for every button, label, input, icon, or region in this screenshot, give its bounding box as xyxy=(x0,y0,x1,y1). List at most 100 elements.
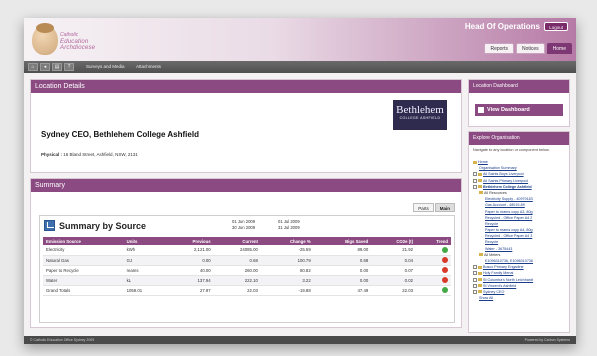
footer-powered-by[interactable]: Powered by Carbon Systems xyxy=(525,338,570,342)
tree-item-label[interactable]: Show All xyxy=(479,296,493,300)
col-header-trend[interactable]: Trend xyxy=(416,237,451,245)
collapse-icon[interactable] xyxy=(473,184,477,189)
tree-item-label[interactable]: Gas Account - 48019-89 xyxy=(485,203,525,207)
folder-icon xyxy=(478,271,482,275)
row-source: Grand Totals xyxy=(43,285,124,296)
logo-line1: Catholic xyxy=(60,32,79,38)
expand-icon[interactable] xyxy=(473,271,477,276)
summary-title: Summary xyxy=(31,179,461,192)
tree-item-label[interactable]: Recycle xyxy=(485,240,498,244)
col-header-units[interactable]: Units xyxy=(123,237,167,245)
view-dashboard-button[interactable]: View Dashboard xyxy=(475,104,563,116)
folder-icon xyxy=(478,284,482,288)
home-icon[interactable]: ⌂ xyxy=(28,63,38,71)
row-change: 100.79 xyxy=(260,255,314,266)
row-previous: 2,121.00 xyxy=(166,245,214,256)
expand-icon[interactable] xyxy=(473,283,477,288)
row-trend xyxy=(416,275,451,286)
logo-line2: Education Archdiocese xyxy=(60,39,96,51)
tree-item-label[interactable]: St Vincent's Ashfield xyxy=(483,284,516,288)
col-header-source[interactable]: Emission Source xyxy=(43,237,124,245)
row-current: 0.68 xyxy=(213,255,261,266)
expand-icon[interactable] xyxy=(473,178,477,183)
expand-icon[interactable] xyxy=(473,265,477,270)
user-role-title: Head Of Operations xyxy=(464,22,540,31)
current-period: 01 Jul 2009 31 Jul 2009 xyxy=(278,219,300,230)
row-change: -25.59 xyxy=(260,245,314,256)
app-logo[interactable]: Catholic Education Archdiocese xyxy=(30,23,100,56)
folder-icon xyxy=(478,290,482,294)
tree-item-label[interactable]: All Resources xyxy=(484,191,507,195)
tree-item-label[interactable]: Recycle xyxy=(485,222,498,226)
reports-button[interactable]: Reports xyxy=(484,43,514,54)
tree-item[interactable]: Show All xyxy=(473,295,569,301)
tree-item-label[interactable]: Holy Family Menai xyxy=(483,271,513,275)
tree-item-label[interactable]: Paper to reams copy A3, 80g xyxy=(485,210,533,214)
tree-item-label[interactable]: Recycled - Office Paper A4 2 xyxy=(485,216,532,220)
tree-item-label[interactable]: All Meters xyxy=(484,253,500,257)
tree-item-label[interactable]: E1096310736, E1096310736 xyxy=(485,259,533,263)
location-name: Sydney CEO, Bethlehem College Ashfield xyxy=(41,130,199,139)
tree-item-label[interactable]: Recycled - Office Paper A4 3 xyxy=(485,234,532,238)
row-previous: 137.94 xyxy=(166,275,214,286)
row-saved: 0.68 xyxy=(313,255,372,266)
nav-link-surveys[interactable]: Surveys and Media xyxy=(86,64,125,69)
row-previous: 40.00 xyxy=(166,265,214,276)
location-details-panel: Location Details Sydney CEO, Bethlehem C… xyxy=(30,79,462,173)
row-previous: 27.97 xyxy=(166,285,214,296)
folder-icon xyxy=(478,185,482,189)
summary-table: Emission Source Units Previous Current C… xyxy=(43,237,451,296)
expand-icon[interactable] xyxy=(473,289,477,294)
tree-item-label[interactable]: Electricity Supply - 40979183 xyxy=(485,197,533,201)
row-saved: 0.00 xyxy=(313,275,372,286)
col-header-current[interactable]: Current xyxy=(213,237,261,245)
col-header-change[interactable]: Change % xyxy=(260,237,314,245)
home-button[interactable]: Home xyxy=(546,43,572,54)
row-co2e: 0.04 xyxy=(371,255,417,266)
tree-item-label[interactable]: Bethlehem College Ashfield xyxy=(483,185,532,189)
location-dashboard-title: Location Dashboard xyxy=(469,80,569,93)
logout-button[interactable]: Logout xyxy=(544,22,568,31)
current-period-start: 01 Jul 2009 xyxy=(278,219,300,224)
explore-organisation-title: Explore Organisation xyxy=(469,132,569,145)
row-current: 222.10 xyxy=(213,275,261,286)
notices-button[interactable]: Notices xyxy=(515,43,545,54)
tree-item-label[interactable]: Organisation Summary xyxy=(479,166,517,170)
folder-icon xyxy=(479,191,483,195)
help-icon[interactable]: ? xyxy=(64,63,74,71)
summary-by-source-box: Summary by Source 01 Jun 2009 30 Jun 200… xyxy=(39,215,455,323)
folder-icon xyxy=(478,172,482,176)
tree-item-label[interactable]: Paper to reams copy A4, 80g xyxy=(485,228,533,232)
col-header-co2e[interactable]: CO2e (t) xyxy=(371,237,417,245)
tab-parts[interactable]: Parts xyxy=(413,203,434,212)
tree-item-label[interactable]: Sydney CEO xyxy=(483,290,504,294)
expand-icon[interactable] xyxy=(473,172,477,177)
row-units: reams xyxy=(123,265,167,276)
table-row: Electricity kWh 2,121.00 24085.00 -25.59 89.0… xyxy=(43,245,451,256)
school-logo: Bethlehem COLLEGE ASHFIELD xyxy=(393,100,447,130)
home-icon xyxy=(473,160,477,164)
location-dashboard-panel: Location Dashboard View Dashboard xyxy=(468,79,570,127)
location-details-title: Location Details xyxy=(31,80,461,93)
tree-item-label[interactable]: All Saints Primary Liverpool xyxy=(483,179,528,183)
row-change: 3.22 xyxy=(260,275,314,286)
toolbar: ⌂ ◂ ▤ ? Surveys and Media Attachments xyxy=(24,61,576,73)
previous-period-end: 30 Jun 2009 xyxy=(232,224,256,230)
tree-item-label[interactable]: All Saints Boys Liverpool xyxy=(483,172,524,176)
tree-item-label[interactable]: Home xyxy=(478,160,488,164)
back-icon[interactable]: ◂ xyxy=(40,63,50,71)
tree-item-label[interactable]: Water - 3675443 xyxy=(485,247,512,251)
nav-link-attachments[interactable]: Attachments xyxy=(136,64,161,69)
col-header-saved[interactable]: Bigs Saved xyxy=(313,237,372,245)
tree-item-label[interactable]: St Columba's North Leichhardt xyxy=(483,278,533,282)
trend-red-icon xyxy=(442,277,448,283)
row-trend xyxy=(416,255,451,266)
row-saved: 89.00 xyxy=(313,245,372,256)
row-trend xyxy=(416,265,451,276)
row-source: Electricity xyxy=(43,245,124,256)
tab-main[interactable]: Main xyxy=(434,203,455,212)
col-header-previous[interactable]: Previous xyxy=(166,237,214,245)
tree-item-label[interactable]: Bosco Primary Engadine xyxy=(483,265,524,269)
print-icon[interactable]: ▤ xyxy=(52,63,62,71)
expand-icon[interactable] xyxy=(473,277,477,282)
